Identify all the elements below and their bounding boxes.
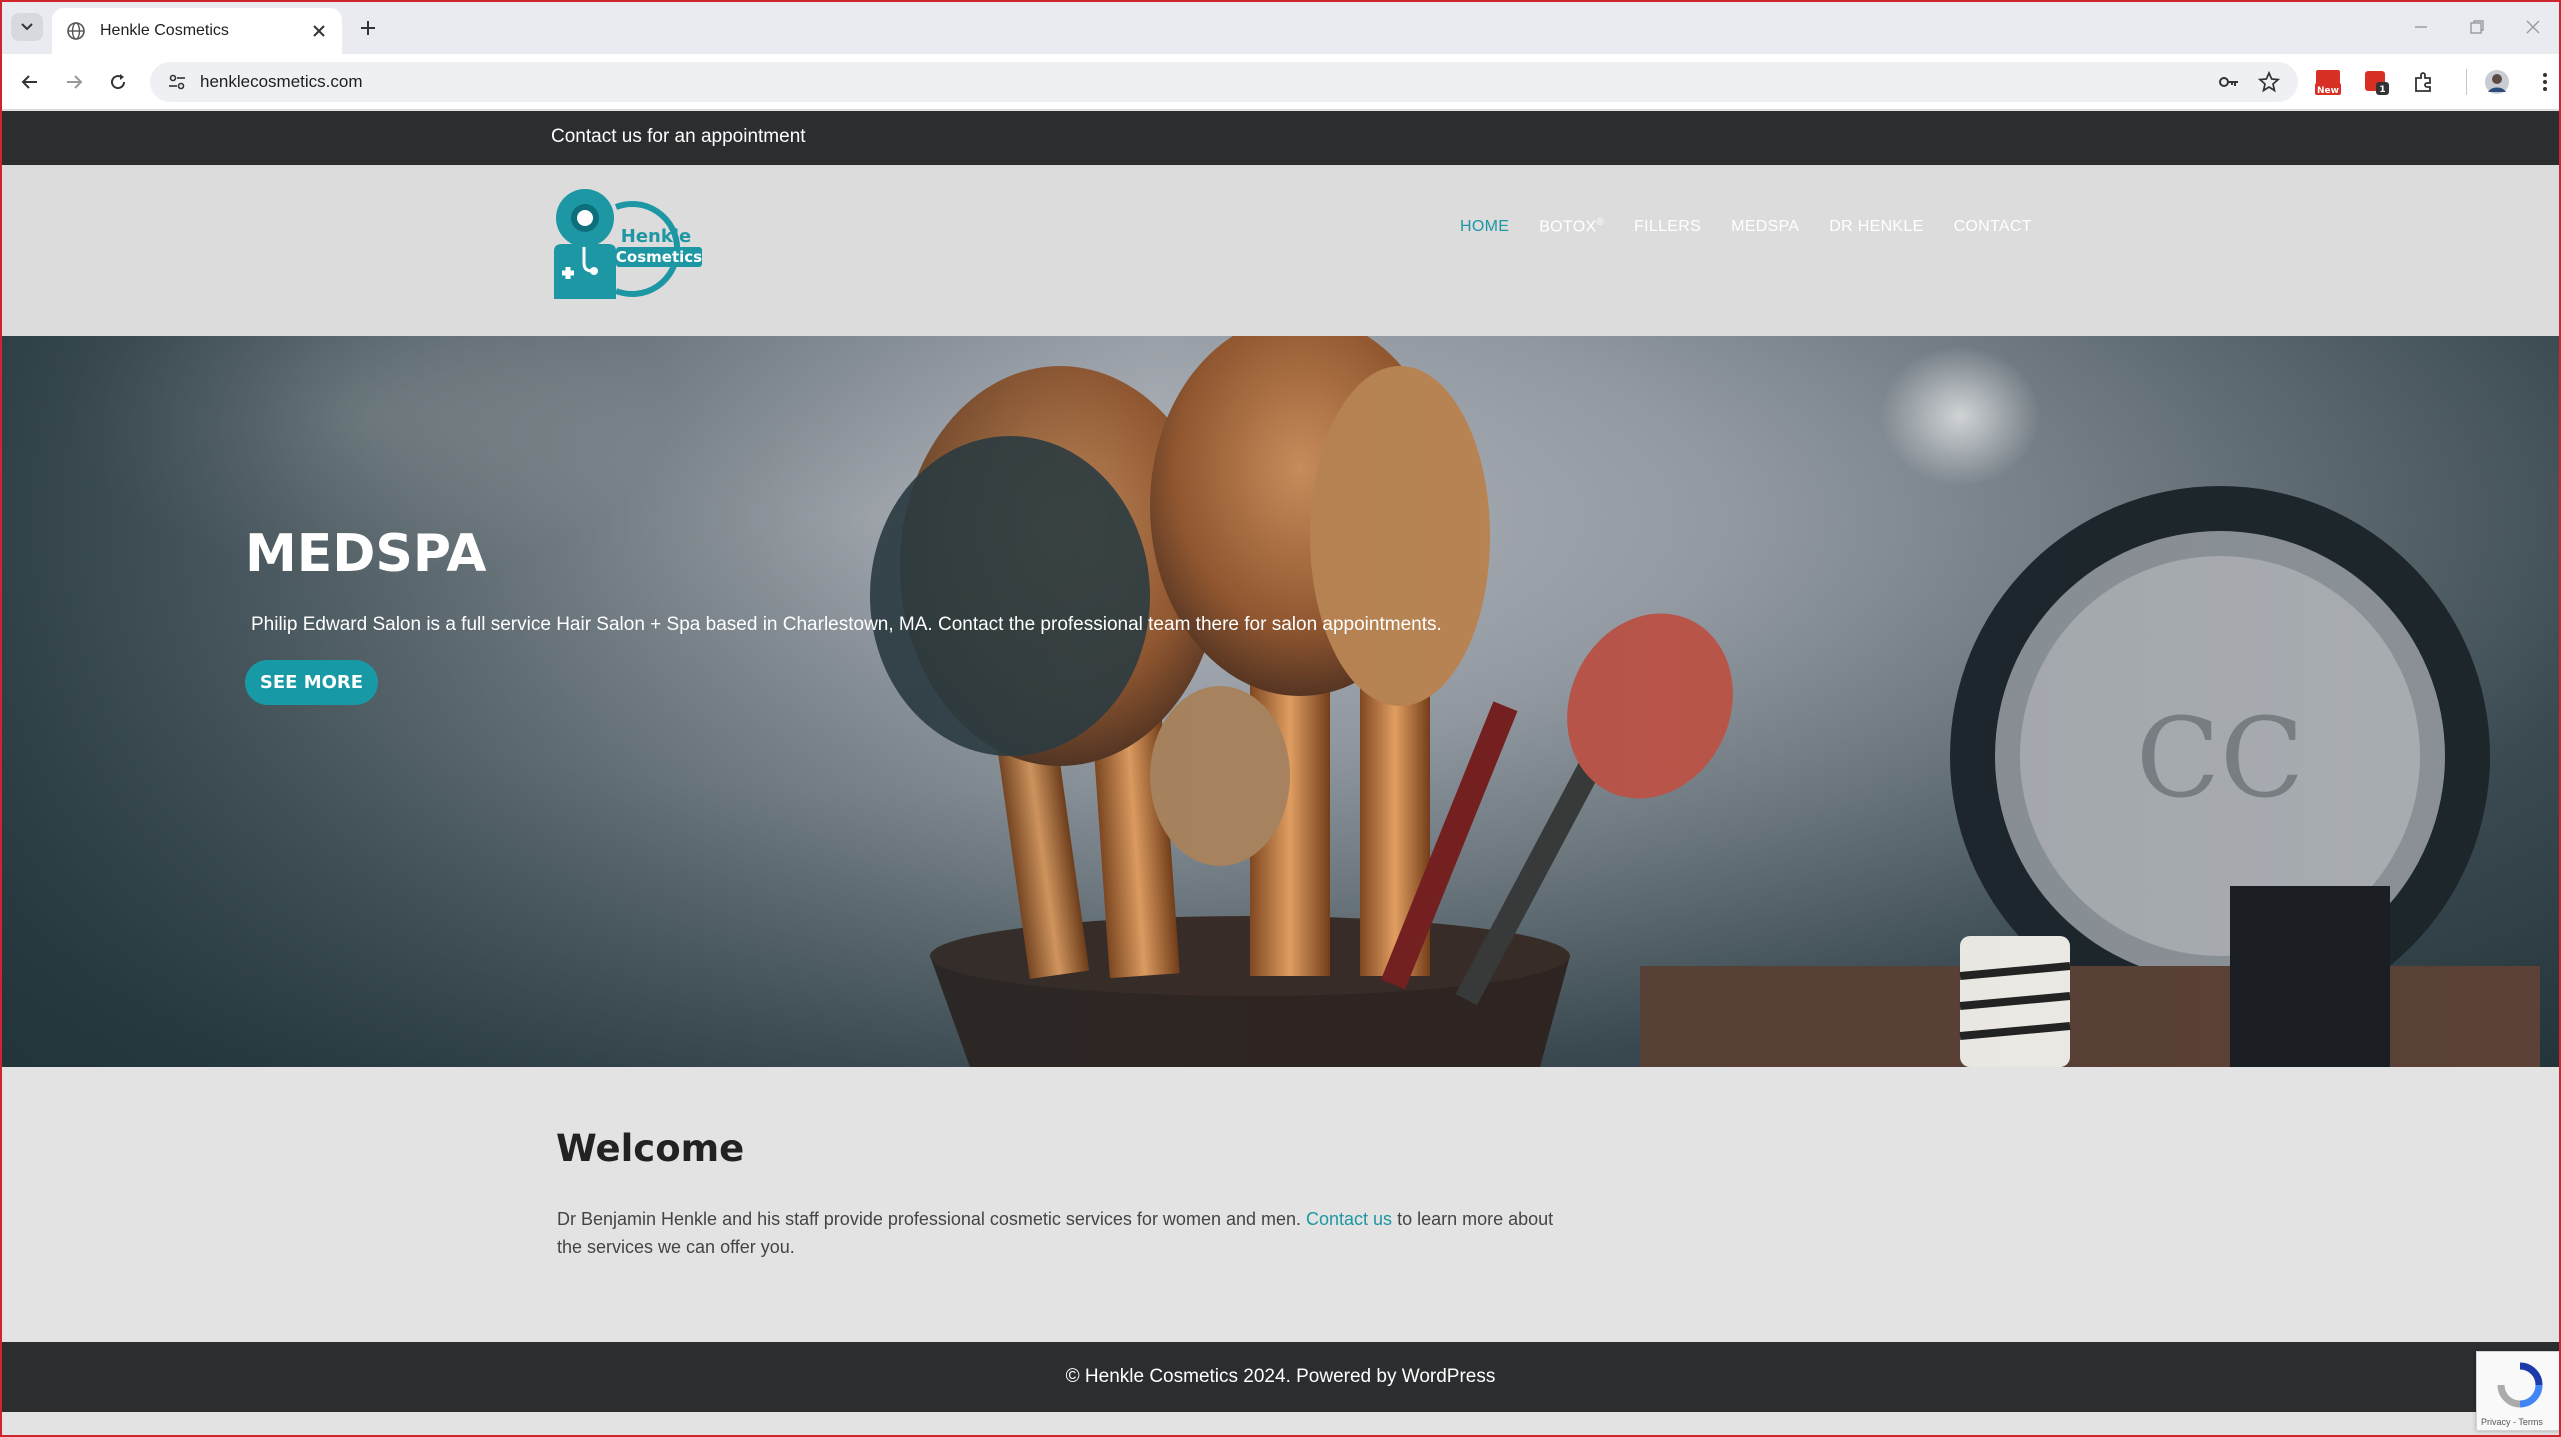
- star-icon: [2258, 71, 2280, 93]
- key-icon: [2219, 77, 2238, 87]
- top-info-bar: Contact us for an appointment: [0, 111, 2561, 165]
- reload-button[interactable]: [102, 66, 134, 98]
- nav-home[interactable]: HOME: [1460, 218, 1509, 236]
- site-header: Henkle Cosmetics HOME BOTOX® FILLERS MED…: [0, 165, 2561, 336]
- browser-toolbar: henklecosmetics.com New 1: [0, 54, 2561, 110]
- toolbar-separator: [2466, 69, 2467, 95]
- nav-botox-label: BOTOX: [1539, 218, 1597, 236]
- plus-icon: [361, 21, 375, 35]
- calendar-extension-icon: New: [2315, 70, 2341, 96]
- arrow-right-icon: [67, 75, 83, 89]
- bookmark-star-button[interactable]: [2256, 69, 2282, 95]
- welcome-body-text: Dr Benjamin Henkle and his staff provide…: [557, 1209, 1307, 1229]
- nav-fillers[interactable]: FILLERS: [1634, 218, 1701, 236]
- restore-icon: [2470, 20, 2484, 34]
- window-controls: [2393, 0, 2561, 54]
- hero-description: Philip Edward Salon is a full service Ha…: [251, 614, 1442, 635]
- globe-icon: [67, 22, 85, 40]
- henkle-cosmetics-logo[interactable]: Henkle Cosmetics: [554, 189, 704, 301]
- main-navigation: HOME BOTOX® FILLERS MEDSPA DR HENKLE CON…: [1460, 217, 2062, 236]
- recaptcha-badge[interactable]: Privacy - Terms: [2476, 1351, 2561, 1431]
- extension-badge-button[interactable]: 1: [2358, 64, 2394, 100]
- appointment-text: Contact us for an appointment: [551, 126, 806, 147]
- nav-medspa[interactable]: MEDSPA: [1731, 218, 1799, 236]
- red-extension-icon: 1: [2365, 71, 2389, 95]
- url-text: henklecosmetics.com: [200, 72, 363, 91]
- close-icon[interactable]: [310, 22, 328, 40]
- recaptcha-privacy-terms[interactable]: Privacy - Terms: [2481, 1417, 2543, 1427]
- nav-botox-registered-mark: ®: [1596, 217, 1605, 228]
- hero-title: MEDSPA: [245, 524, 487, 584]
- password-key-button[interactable]: [2216, 69, 2242, 95]
- back-button[interactable]: [14, 66, 46, 98]
- welcome-body: Dr Benjamin Henkle and his staff provide…: [557, 1205, 1557, 1261]
- extension-calendar-button[interactable]: New: [2310, 64, 2346, 100]
- arrow-left-icon: [21, 75, 37, 89]
- footer-copyright: © Henkle Cosmetics 2024. Powered by Word…: [1065, 1366, 1496, 1387]
- close-icon: [2526, 20, 2540, 34]
- forward-button[interactable]: [58, 66, 90, 98]
- browser-tab-active[interactable]: Henkle Cosmetics: [52, 8, 342, 54]
- nav-contact[interactable]: CONTACT: [1954, 218, 2032, 236]
- extensions-area: New 1: [2310, 64, 2561, 100]
- site-info-icon[interactable]: [166, 71, 188, 93]
- puzzle-icon: [2415, 72, 2431, 92]
- site-footer: © Henkle Cosmetics 2024. Powered by Word…: [0, 1342, 2561, 1412]
- minimize-icon: [2415, 26, 2427, 28]
- reload-icon: [111, 74, 126, 90]
- browser-tabbar: Henkle Cosmetics: [0, 0, 2561, 54]
- hero-slider: CC MEDSPA Philip Ed: [0, 336, 2561, 1067]
- logo-text-line1: Henkle: [621, 226, 691, 247]
- extensions-menu-button[interactable]: [2406, 64, 2442, 100]
- tab-title: Henkle Cosmetics: [100, 22, 229, 39]
- nav-botox[interactable]: BOTOX®: [1539, 217, 1604, 236]
- contact-us-link[interactable]: Contact us: [1306, 1209, 1392, 1229]
- address-bar[interactable]: henklecosmetics.com: [150, 62, 2298, 102]
- see-more-button[interactable]: SEE MORE: [245, 660, 378, 705]
- logo-text-line2: Cosmetics: [616, 248, 702, 266]
- welcome-section: Welcome Dr Benjamin Henkle and his staff…: [0, 1067, 2561, 1342]
- chevron-down-icon: [21, 23, 33, 31]
- browser-menu-button[interactable]: [2527, 64, 2561, 100]
- welcome-title: Welcome: [556, 1127, 745, 1170]
- webpage: Contact us for an appointment Henkle Cos…: [0, 111, 2561, 1437]
- extension-new-badge: New: [2317, 86, 2339, 96]
- avatar: [2485, 70, 2509, 94]
- profile-button[interactable]: [2479, 64, 2515, 100]
- restore-button[interactable]: [2449, 0, 2505, 54]
- new-tab-button[interactable]: [354, 14, 382, 42]
- extension-count-badge: 1: [2379, 85, 2385, 95]
- hero-makeup-brushes-image: CC: [0, 336, 2561, 1067]
- nav-dr-henkle[interactable]: DR HENKLE: [1829, 218, 1923, 236]
- recaptcha-icon: [2497, 1362, 2543, 1408]
- minimize-button[interactable]: [2393, 0, 2449, 54]
- close-window-button[interactable]: [2505, 0, 2561, 54]
- tab-search-button[interactable]: [11, 13, 43, 41]
- kebab-menu-icon: [2543, 73, 2547, 91]
